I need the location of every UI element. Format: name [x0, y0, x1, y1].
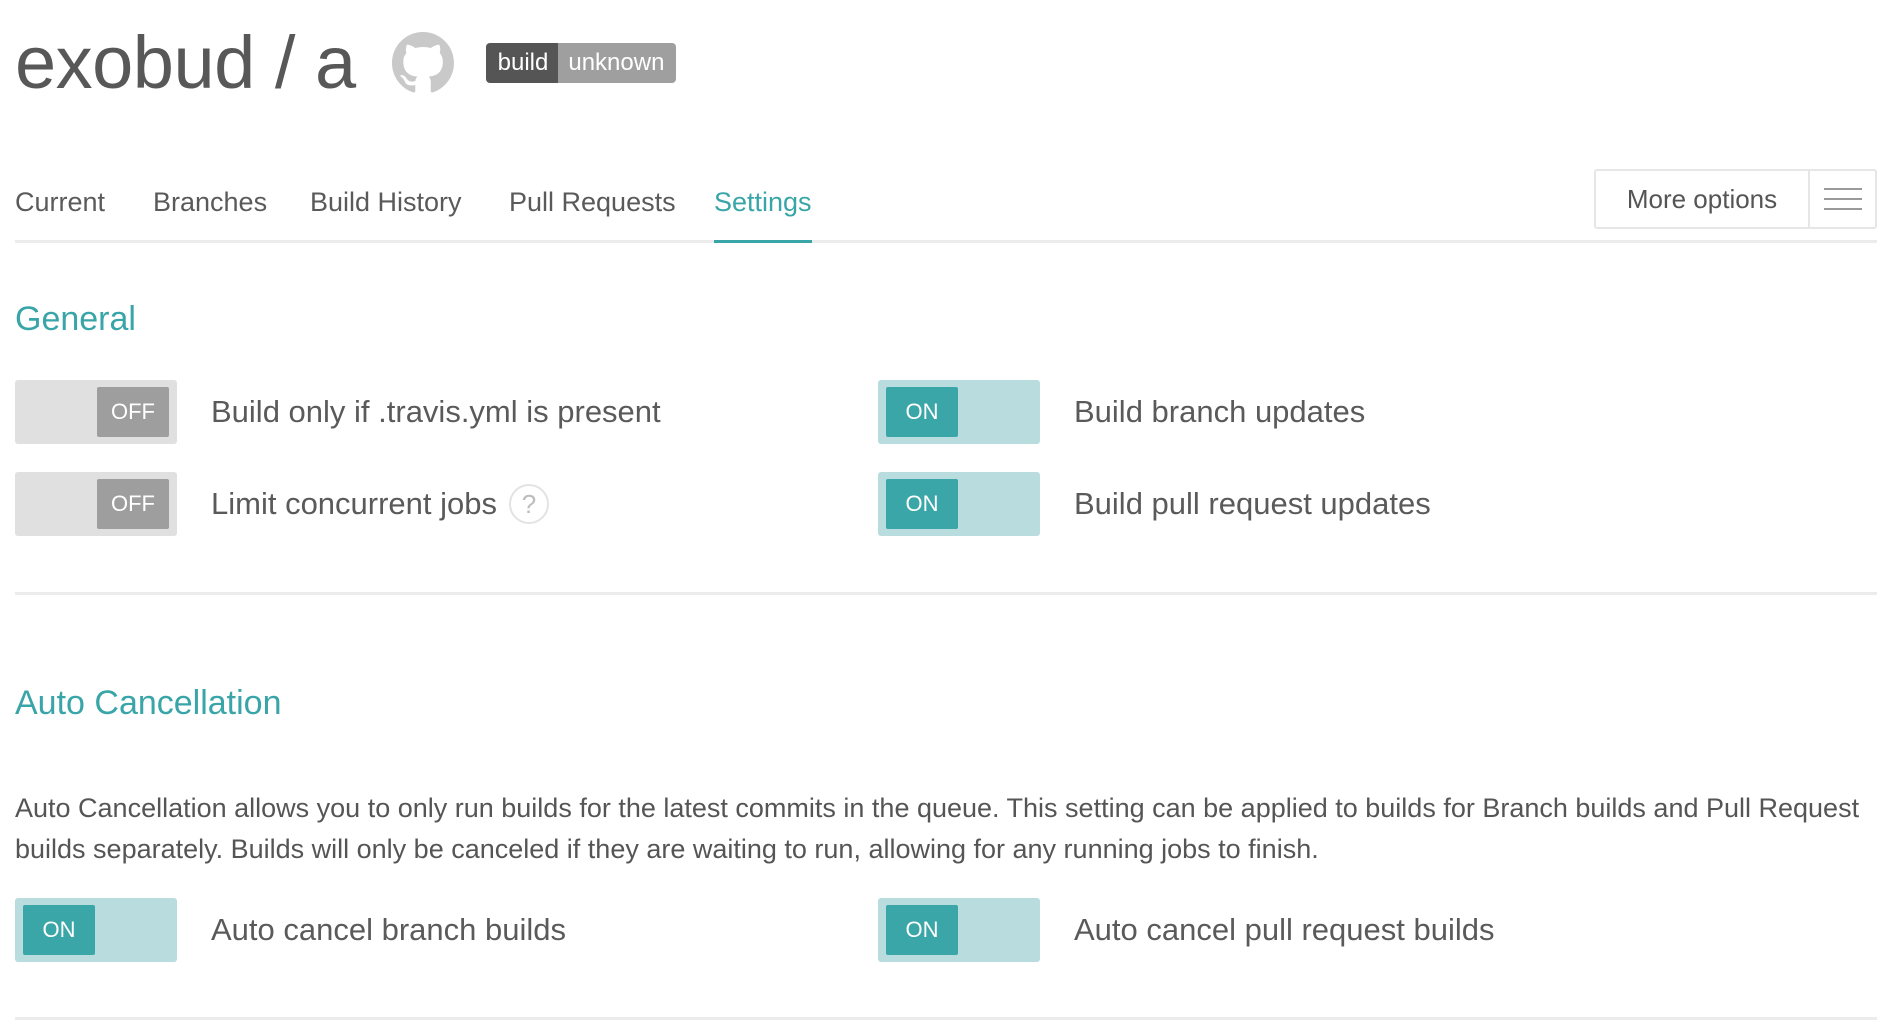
repo-header: exobud / a build unknown — [15, 18, 677, 108]
more-options-button[interactable]: More options — [1594, 169, 1877, 229]
setting-auto-cancel-pull-request-builds: ON Auto cancel pull request builds — [878, 898, 1494, 962]
toggle-state: ON — [23, 905, 95, 955]
build-status-badge[interactable]: build unknown — [485, 43, 677, 83]
setting-build-branch-updates: ON Build branch updates — [878, 380, 1365, 444]
hamburger-menu-icon[interactable] — [1810, 171, 1875, 227]
toggle-state: ON — [886, 387, 958, 437]
general-section-title: General — [15, 300, 136, 338]
github-icon[interactable] — [391, 32, 454, 94]
setting-build-only-if-travis-yml: OFF Build only if .travis.yml is present — [15, 380, 661, 444]
toggle-state: ON — [886, 479, 958, 529]
setting-auto-cancel-branch-builds: ON Auto cancel branch builds — [15, 898, 566, 962]
badge-label: build — [485, 43, 559, 83]
tab-pull-requests[interactable]: Pull Requests — [509, 180, 676, 240]
setting-label: Build only if .travis.yml is present — [211, 394, 661, 429]
toggle-state: OFF — [97, 387, 169, 437]
setting-label: Build pull request updates — [1074, 486, 1431, 521]
badge-status: unknown — [558, 43, 677, 83]
repo-title: exobud / a — [15, 21, 356, 104]
setting-label: Auto cancel branch builds — [211, 912, 567, 947]
toggle-state: ON — [886, 905, 958, 955]
tab-current[interactable]: Current — [15, 180, 105, 240]
section-divider — [15, 592, 1877, 595]
setting-label: Limit concurrent jobs — [211, 486, 498, 521]
toggle-build-branch-updates[interactable]: ON — [878, 380, 1040, 444]
toggle-build-only-if-travis-yml[interactable]: OFF — [15, 380, 177, 444]
setting-build-pull-request-updates: ON Build pull request updates — [878, 472, 1431, 536]
repo-tabs: Current Branches Build History Pull Requ… — [15, 169, 1877, 243]
setting-label: Build branch updates — [1074, 394, 1366, 429]
toggle-limit-concurrent-jobs[interactable]: OFF — [15, 472, 177, 536]
setting-label: Auto cancel pull request builds — [1074, 912, 1495, 947]
setting-limit-concurrent-jobs: OFF Limit concurrent jobs ? — [15, 472, 550, 536]
toggle-build-pull-request-updates[interactable]: ON — [878, 472, 1040, 536]
auto-cancellation-description: Auto Cancellation allows you to only run… — [15, 793, 1860, 864]
auto-cancellation-section-title: Auto Cancellation — [15, 684, 282, 722]
help-icon[interactable]: ? — [509, 484, 550, 524]
toggle-auto-cancel-branch-builds[interactable]: ON — [15, 898, 177, 962]
toggle-auto-cancel-pull-request-builds[interactable]: ON — [878, 898, 1040, 962]
tab-build-history[interactable]: Build History — [310, 180, 462, 240]
tab-branches[interactable]: Branches — [153, 180, 267, 240]
more-options-label: More options — [1596, 171, 1810, 227]
tab-settings[interactable]: Settings — [714, 180, 812, 243]
toggle-state: OFF — [97, 479, 169, 529]
